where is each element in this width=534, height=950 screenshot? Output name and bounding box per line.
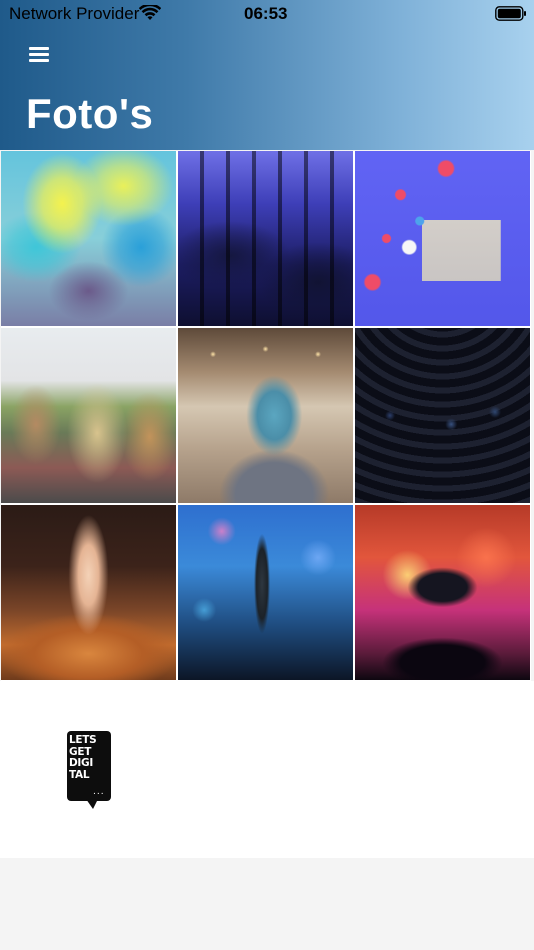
logo-line: LETS [69,734,97,746]
logo-text: LETS GET DIGI TAL [69,734,109,781]
photo-thumbnail[interactable] [355,151,530,326]
logo-dots: ... [93,787,105,797]
battery-icon [495,6,526,21]
status-bar: Network Provider 06:53 [0,0,534,28]
photo-grid [1,151,531,681]
logo-line: DIGI [69,757,93,769]
photo-thumbnail[interactable] [178,328,353,503]
footer-logo-area: LETS GET DIGI TAL ... [0,681,534,858]
logo-line: TAL [69,768,90,781]
status-time: 06:53 [244,4,288,23]
photo-thumbnail[interactable] [1,505,176,680]
logo-bubble-tail [86,799,98,809]
hamburger-menu-icon[interactable] [24,42,54,68]
carrier-name: Network Provider [9,4,140,23]
photo-thumbnail[interactable] [178,505,353,680]
app-screen: Network Provider 06:53 Foto's LETS GET D… [0,0,534,950]
photo-thumbnail[interactable] [178,151,353,326]
photo-thumbnail[interactable] [355,505,530,680]
app-header: Network Provider 06:53 Foto's [0,0,534,150]
photo-thumbnail[interactable] [1,328,176,503]
photo-thumbnail[interactable] [355,328,530,503]
lets-get-digital-logo[interactable]: LETS GET DIGI TAL ... [60,725,116,815]
photo-thumbnail[interactable] [1,151,176,326]
page-title: Foto's [26,90,154,137]
wifi-icon [139,5,161,20]
